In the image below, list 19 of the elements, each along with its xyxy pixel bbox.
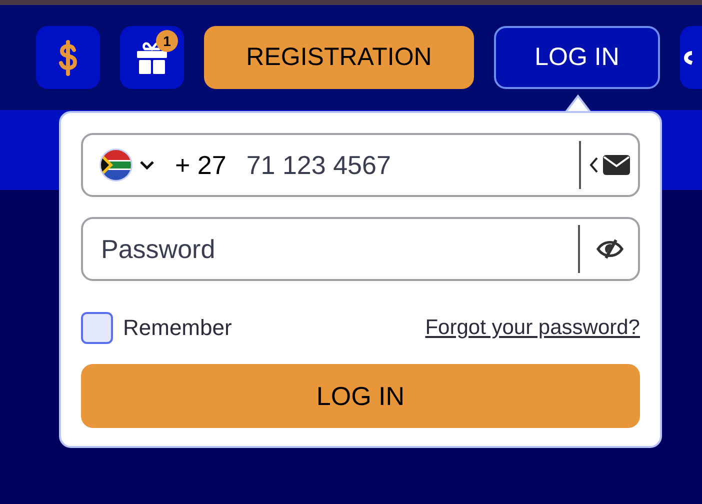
- flag-icon: [99, 148, 133, 182]
- envelope-icon[interactable]: [603, 155, 630, 175]
- password-field[interactable]: Password: [81, 217, 640, 281]
- login-submit-button[interactable]: LOG IN: [81, 364, 640, 428]
- gift-button[interactable]: 1: [120, 26, 184, 89]
- registration-button[interactable]: REGISTRATION: [204, 26, 474, 89]
- country-code: + 27: [175, 148, 226, 182]
- remember-checkbox[interactable]: [81, 312, 113, 344]
- forgot-password-link[interactable]: Forgot your password?: [425, 312, 640, 344]
- eye-slash-icon[interactable]: [596, 239, 624, 259]
- notification-badge: 1: [156, 30, 178, 52]
- remember-label: Remember: [123, 314, 232, 342]
- chevron-down-icon[interactable]: [139, 160, 155, 170]
- login-button[interactable]: LOG IN: [494, 26, 660, 89]
- currency-button[interactable]: [36, 26, 100, 89]
- password-input[interactable]: Password: [101, 230, 578, 268]
- chevron-left-icon[interactable]: [589, 156, 599, 174]
- phone-field[interactable]: + 27 71 123 4567: [81, 133, 640, 197]
- phone-input[interactable]: 71 123 4567: [246, 146, 579, 184]
